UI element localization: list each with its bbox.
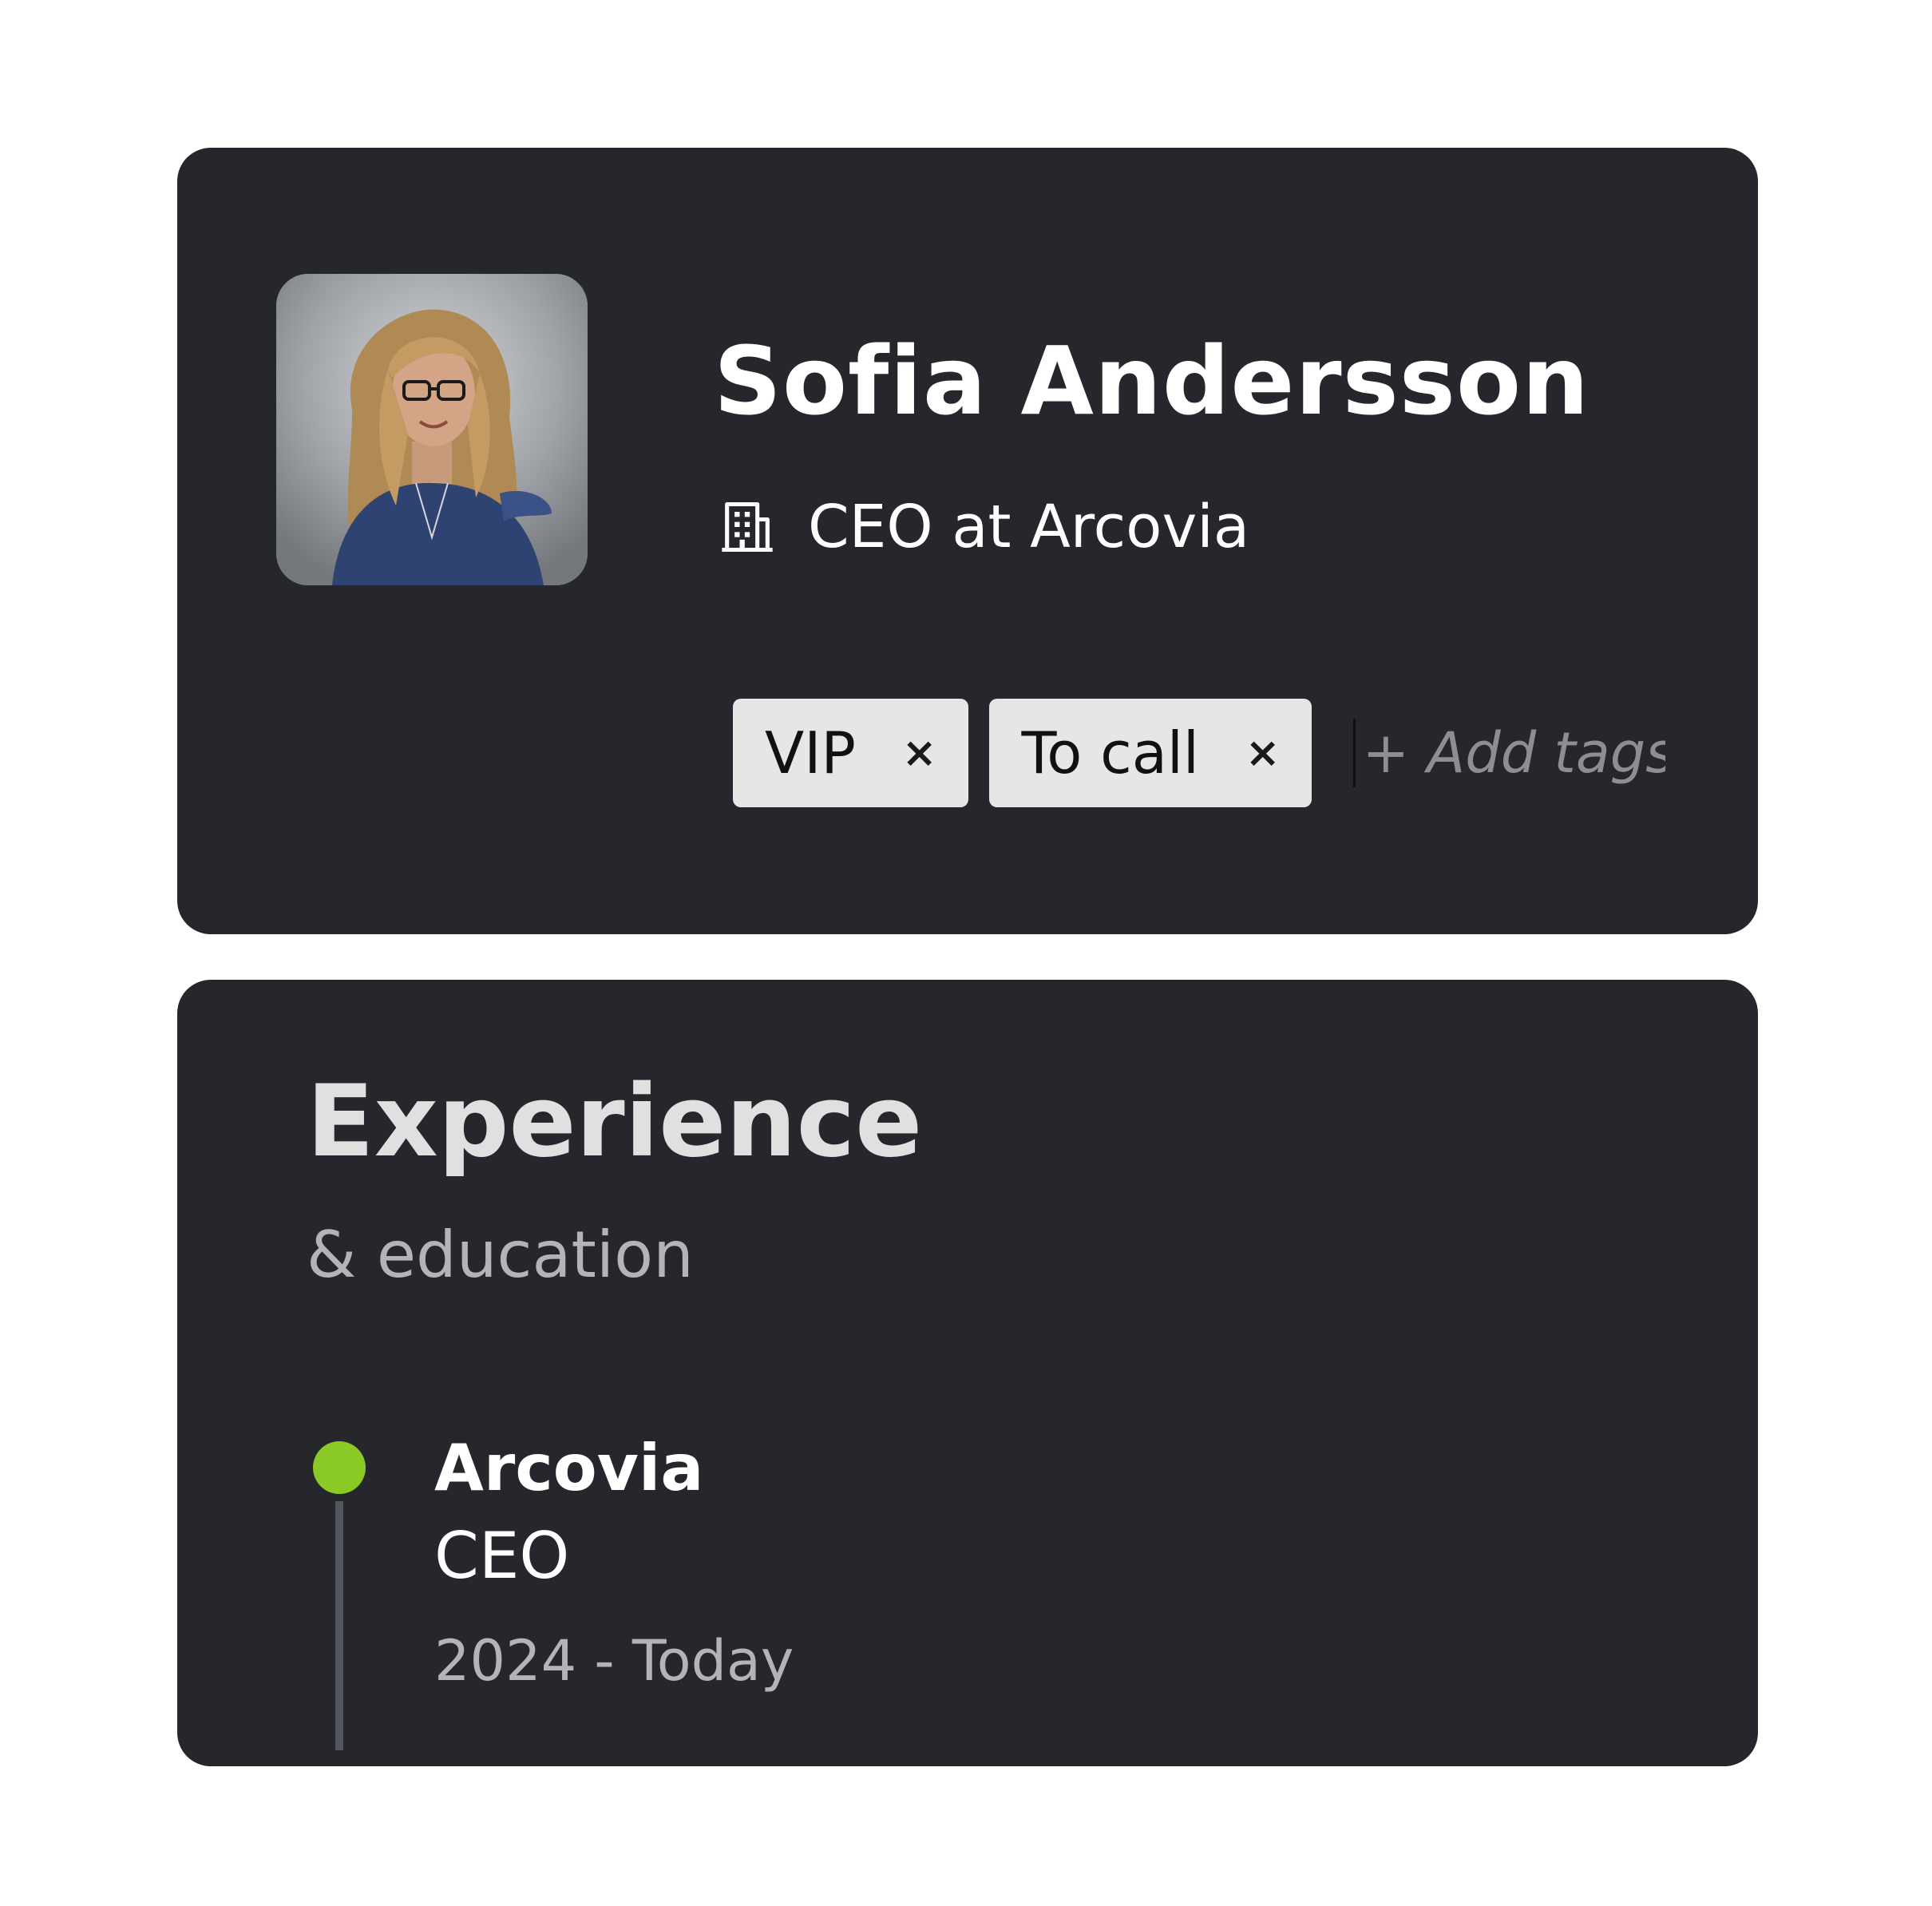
profile-card: Sofia Andersson CEO at Arcovia VIP × To … xyxy=(177,148,1758,934)
tag-to-call: To call × xyxy=(989,699,1312,807)
role-text: CEO at Arcovia xyxy=(808,493,1250,561)
person-photo-icon xyxy=(276,274,588,585)
entry-company: Arcovia xyxy=(434,1431,704,1505)
building-icon xyxy=(717,497,778,557)
tag-label: VIP xyxy=(765,719,856,787)
tag-list: VIP × To call × xyxy=(733,699,1666,807)
role-line: CEO at Arcovia xyxy=(717,487,1249,567)
add-tags-field xyxy=(1353,699,1666,807)
section-title: Experience xyxy=(307,1064,923,1179)
entry-role: CEO xyxy=(434,1519,570,1593)
timeline-dot xyxy=(313,1441,366,1494)
tag-vip: VIP × xyxy=(733,699,969,807)
add-tags-input[interactable] xyxy=(1362,720,1666,786)
remove-tag-to-call-icon[interactable]: × xyxy=(1245,729,1281,777)
section-subtitle: & education xyxy=(307,1218,694,1292)
timeline-line xyxy=(335,1501,343,1750)
tag-label: To call xyxy=(1021,719,1199,787)
contact-name: Sofia Andersson xyxy=(714,326,1590,436)
experience-card: Experience & education Arcovia CEO 2024 … xyxy=(177,980,1758,1766)
entry-dates: 2024 - Today xyxy=(434,1628,794,1694)
text-caret xyxy=(1353,719,1356,787)
remove-tag-vip-icon[interactable]: × xyxy=(902,729,937,777)
avatar xyxy=(276,274,588,585)
